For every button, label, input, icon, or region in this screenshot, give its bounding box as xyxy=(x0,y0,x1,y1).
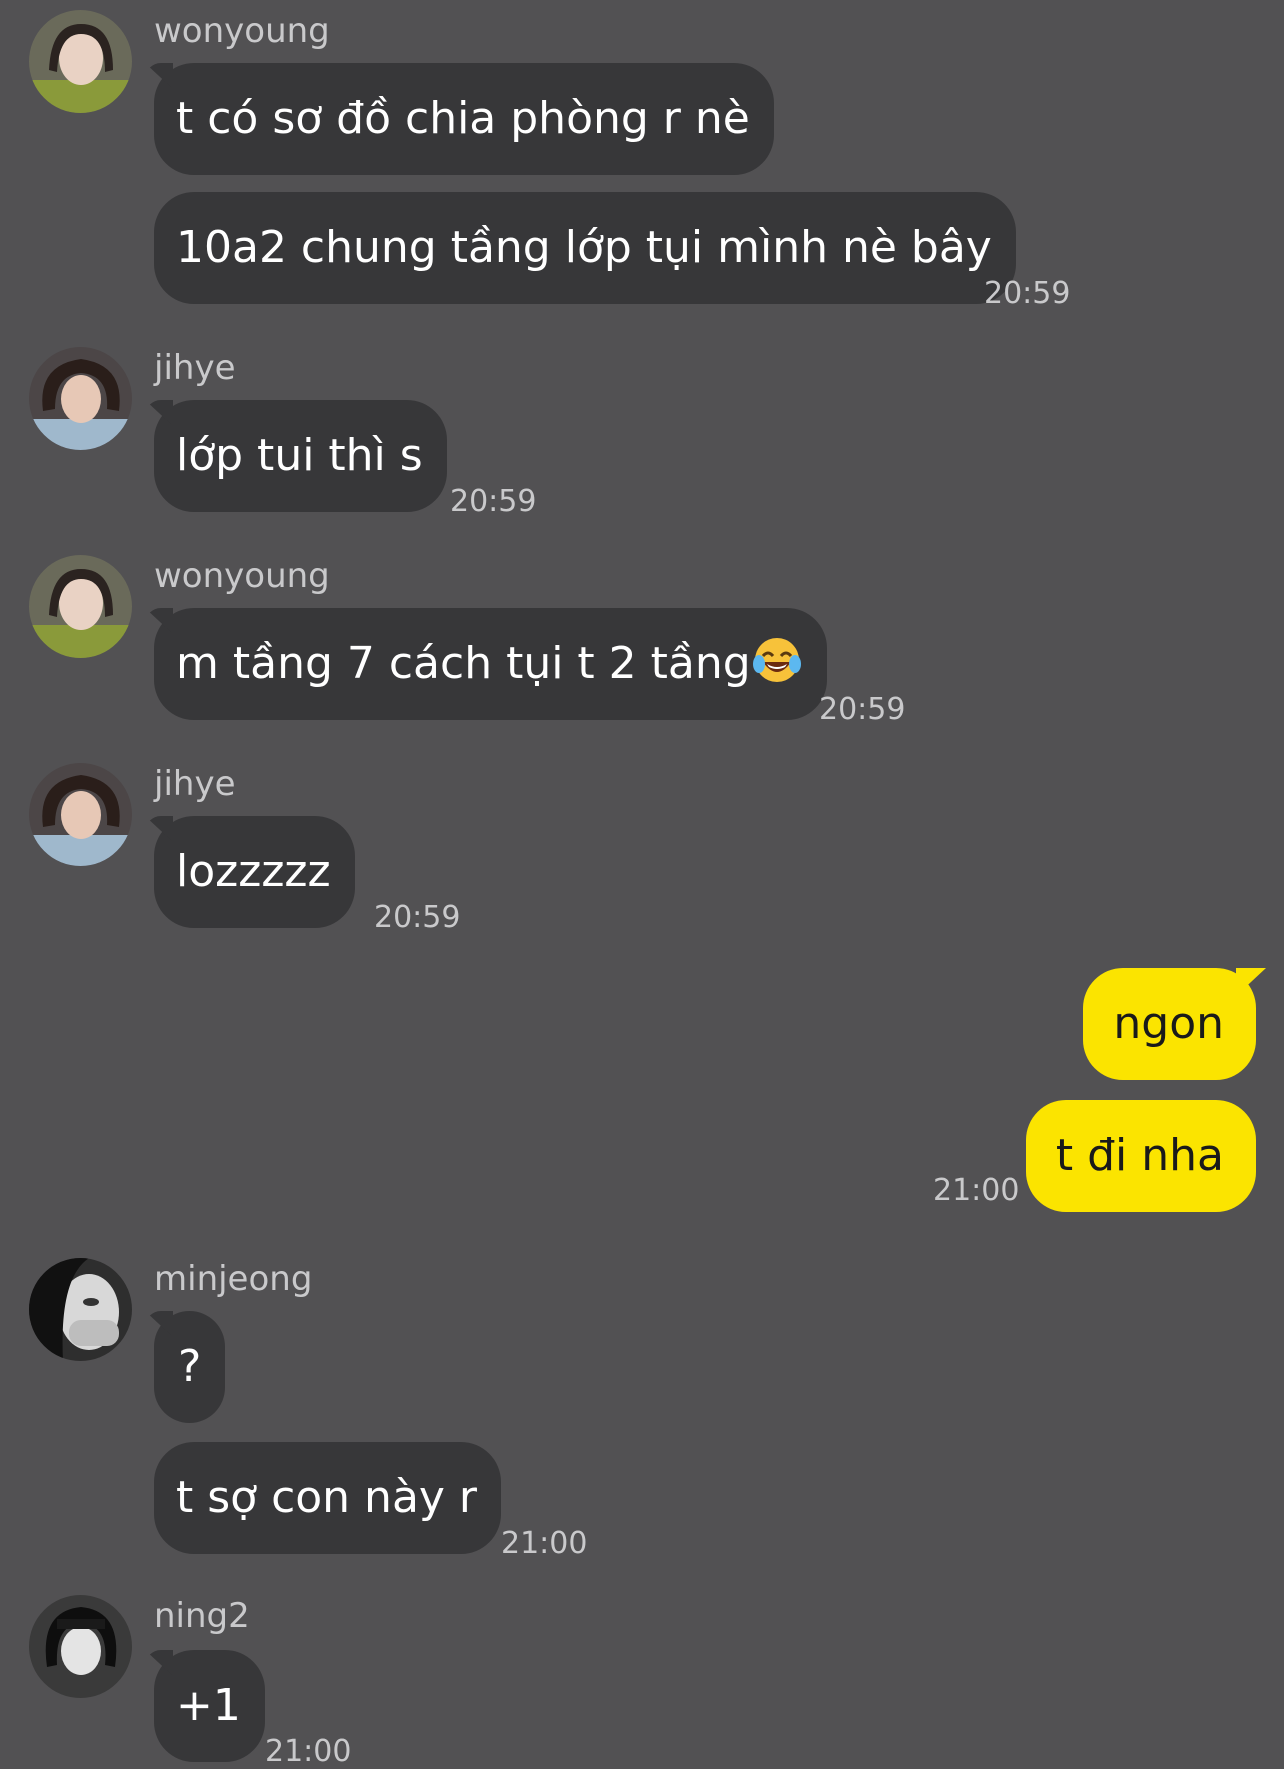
chat-thread: wonyoung t có sơ đồ chia phòng r nè 10a2… xyxy=(0,0,1284,1767)
avatar[interactable] xyxy=(29,347,132,450)
message-bubble[interactable]: +1 xyxy=(154,1650,265,1762)
message-timestamp: 20:59 xyxy=(819,692,906,727)
message-text: m tầng 7 cách tụi t 2 tầng xyxy=(176,638,751,689)
face-with-tears-of-joy-icon xyxy=(752,638,801,682)
message-bubble[interactable]: ? xyxy=(154,1311,226,1423)
sender-name: wonyoung xyxy=(154,11,330,51)
avatar[interactable] xyxy=(29,555,132,658)
message-timestamp: 20:59 xyxy=(450,484,537,519)
avatar[interactable] xyxy=(29,10,132,113)
avatar[interactable] xyxy=(29,1258,132,1361)
avatar[interactable] xyxy=(29,1595,132,1698)
profile-photo-icon xyxy=(29,763,132,866)
outgoing-message-bubble[interactable]: ngon xyxy=(1083,968,1256,1080)
sender-name: minjeong xyxy=(154,1259,313,1299)
message-bubble[interactable]: t có sơ đồ chia phòng r nè xyxy=(154,63,774,175)
sender-name: jihye xyxy=(154,348,236,388)
message-bubble[interactable]: t sợ con này r xyxy=(154,1442,502,1554)
profile-photo-icon xyxy=(29,10,132,113)
profile-photo-icon xyxy=(29,1258,132,1361)
message-timestamp: 21:00 xyxy=(933,1173,1020,1208)
message-timestamp: 21:00 xyxy=(265,1734,352,1769)
avatar[interactable] xyxy=(29,763,132,866)
message-bubble[interactable]: 10a2 chung tầng lớp tụi mình nè bây xyxy=(154,192,1016,304)
outgoing-message-bubble[interactable]: t đi nha xyxy=(1025,1100,1256,1212)
message-bubble[interactable]: lớp tui thì s xyxy=(154,400,447,512)
message-bubble[interactable]: lozzzzz xyxy=(154,816,355,928)
message-timestamp: 21:00 xyxy=(501,1526,588,1561)
message-timestamp: 20:59 xyxy=(374,900,461,935)
profile-photo-icon xyxy=(29,1595,132,1698)
message-timestamp: 20:59 xyxy=(984,276,1071,311)
sender-name: ning2 xyxy=(154,1596,250,1636)
message-bubble[interactable]: m tầng 7 cách tụi t 2 tầng xyxy=(154,608,827,720)
sender-name: wonyoung xyxy=(154,556,330,596)
sender-name: jihye xyxy=(154,764,236,804)
profile-photo-icon xyxy=(29,347,132,450)
profile-photo-icon xyxy=(29,555,132,658)
